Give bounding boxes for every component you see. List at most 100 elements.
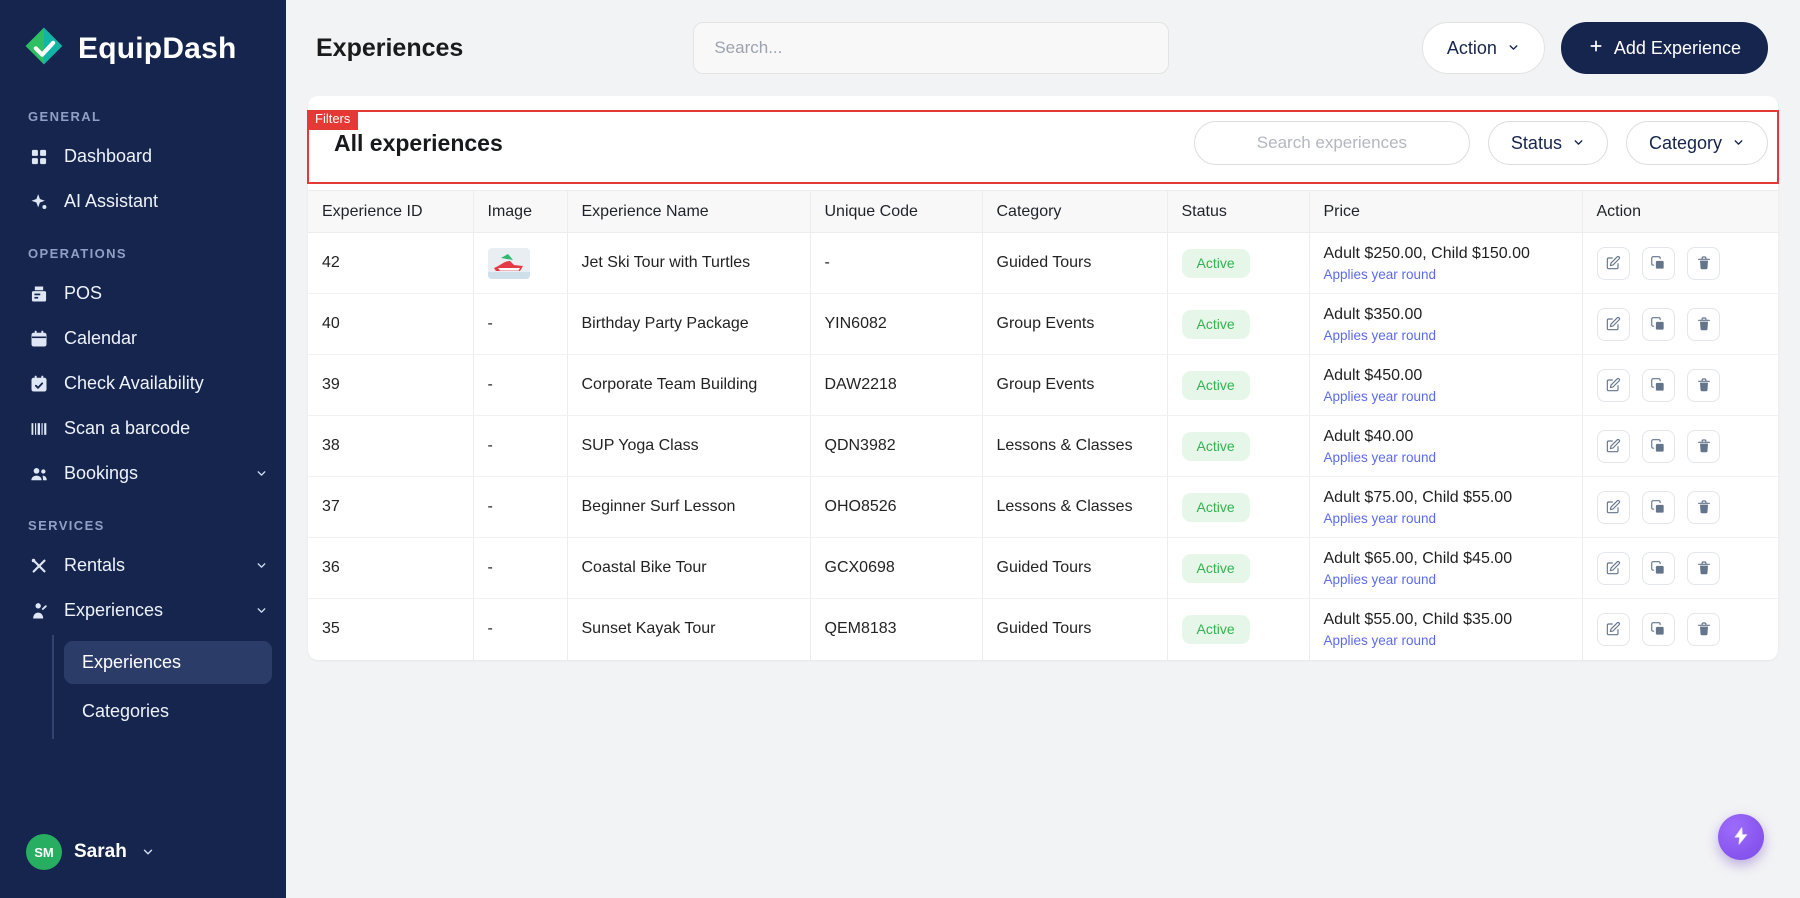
action-cell	[1581, 354, 1778, 416]
status-cell: Active	[1166, 354, 1309, 416]
sidebar-subitem-categories[interactable]: Categories	[64, 690, 272, 733]
experience-name-cell: Corporate Team Building	[566, 354, 810, 416]
experience-thumbnail-image	[487, 247, 530, 279]
status-cell: Active	[1166, 415, 1309, 477]
action-dropdown-button[interactable]: Action	[1421, 22, 1545, 74]
delete-button[interactable]	[1687, 551, 1721, 585]
sidebar-item-bookings[interactable]: Bookings	[0, 451, 286, 496]
delete-button[interactable]	[1687, 490, 1721, 524]
price-cell: Adult $250.00, Child $150.00 Applies yea…	[1308, 232, 1582, 294]
brand-name: EquipDash	[78, 31, 237, 65]
copy-button[interactable]	[1641, 551, 1675, 585]
page-header: Experiences Action Add Experience	[286, 0, 1800, 96]
sidebar-item-experiences[interactable]: Experiences	[0, 588, 286, 633]
main-content: Experiences Action Add Experience	[286, 0, 1800, 898]
table-row: 35 - Sunset Kayak Tour QEM8183 Guided To…	[308, 598, 1778, 660]
edit-button[interactable]	[1596, 368, 1630, 402]
experiences-card: All experiences Status Category	[307, 96, 1779, 660]
chevron-down-icon	[1507, 38, 1520, 59]
price-note: Applies year round	[1323, 449, 1437, 465]
sidebar-item-scan-barcode[interactable]: Scan a barcode	[0, 406, 286, 451]
brand-logo-icon	[22, 24, 66, 73]
table-row: 42 Jet Ski Tour with Turtles - Guided To…	[308, 232, 1778, 294]
edit-button[interactable]	[1596, 429, 1630, 463]
image-placeholder-dash: -	[487, 620, 493, 638]
column-header-image: Image	[472, 190, 567, 233]
price-note: Applies year round	[1323, 388, 1437, 404]
status-badge: Active	[1181, 248, 1250, 278]
action-cell	[1581, 293, 1778, 355]
sidebar-item-dashboard[interactable]: Dashboard	[0, 134, 286, 179]
price-cell: Adult $40.00 Applies year round	[1308, 415, 1582, 477]
sidebar-item-calendar[interactable]: Calendar	[0, 316, 286, 361]
category-cell: Lessons & Classes	[981, 476, 1167, 538]
filters-controls: Status Category	[1193, 121, 1768, 165]
filters-row: All experiences Status Category	[307, 96, 1779, 190]
chevron-down-icon	[141, 845, 155, 859]
experience-id-cell: 35	[322, 620, 340, 638]
action-cell	[1581, 537, 1778, 599]
delete-button[interactable]	[1687, 368, 1721, 402]
section-label-services: SERVICES	[28, 518, 105, 533]
delete-button[interactable]	[1687, 307, 1721, 341]
copy-button[interactable]	[1641, 307, 1675, 341]
sidebar: EquipDash GENERAL Dashboard AI Assistant…	[0, 0, 286, 898]
table-row: 38 - SUP Yoga Class QDN3982 Lessons & Cl…	[308, 415, 1778, 477]
sidebar-item-check-availability[interactable]: Check Availability	[0, 361, 286, 406]
delete-button[interactable]	[1687, 246, 1721, 280]
add-experience-label: Add Experience	[1613, 37, 1741, 58]
price-cell: Adult $350.00 Applies year round	[1308, 293, 1582, 355]
copy-button[interactable]	[1641, 368, 1675, 402]
edit-button[interactable]	[1596, 307, 1630, 341]
category-cell: Guided Tours	[981, 598, 1167, 660]
action-dropdown-label: Action	[1446, 37, 1497, 58]
status-filter-button[interactable]: Status	[1487, 121, 1608, 165]
filters-title: All experiences	[334, 129, 503, 156]
user-menu[interactable]: SM Sarah	[0, 814, 286, 898]
price-note: Applies year round	[1323, 327, 1437, 343]
copy-button[interactable]	[1641, 246, 1675, 280]
filters-annotation-label: Filters	[307, 110, 359, 130]
global-search-input[interactable]	[693, 22, 1170, 74]
experience-name-cell: Jet Ski Tour with Turtles	[566, 232, 810, 294]
sidebar-subitem-experiences[interactable]: Experiences	[64, 641, 272, 684]
image-placeholder-dash: -	[487, 498, 493, 515]
status-cell: Active	[1166, 232, 1309, 294]
ai-assistant-fab-button[interactable]	[1718, 814, 1764, 860]
add-experience-button[interactable]: Add Experience	[1560, 22, 1768, 74]
image-cell: -	[472, 293, 567, 355]
sidebar-item-label: Bookings	[64, 463, 139, 483]
sidebar-item-label: Calendar	[64, 328, 138, 348]
table-row: 36 - Coastal Bike Tour GCX0698 Guided To…	[308, 537, 1778, 599]
experiences-icon	[28, 600, 49, 621]
copy-button[interactable]	[1641, 490, 1675, 524]
rentals-icon	[28, 555, 49, 576]
column-header-experience-name: Experience Name	[566, 190, 810, 233]
edit-button[interactable]	[1596, 612, 1630, 646]
price-note: Applies year round	[1323, 632, 1437, 648]
experience-id-cell: 42	[308, 232, 473, 294]
status-cell: Active	[1166, 598, 1309, 660]
delete-button[interactable]	[1687, 429, 1721, 463]
status-badge: Active	[1181, 309, 1250, 339]
copy-button[interactable]	[1641, 429, 1675, 463]
chevron-down-icon	[255, 467, 268, 480]
delete-button[interactable]	[1687, 612, 1721, 646]
copy-button[interactable]	[1641, 612, 1675, 646]
experience-id-cell: 40	[308, 293, 473, 355]
sidebar-item-ai-assistant[interactable]: AI Assistant	[0, 179, 286, 224]
status-cell: Active	[1166, 476, 1309, 538]
category-filter-button[interactable]: Category	[1625, 121, 1768, 165]
status-badge: Active	[1181, 431, 1250, 461]
image-cell: -	[472, 598, 567, 660]
page-title: Experiences	[316, 33, 464, 62]
image-placeholder-dash: -	[487, 559, 493, 576]
pos-icon	[28, 283, 49, 304]
category-filter-label: Category	[1648, 132, 1722, 153]
experiences-search-input[interactable]	[1193, 121, 1470, 165]
edit-button[interactable]	[1596, 551, 1630, 585]
edit-button[interactable]	[1596, 490, 1630, 524]
edit-button[interactable]	[1596, 246, 1630, 280]
sidebar-item-rentals[interactable]: Rentals	[0, 543, 286, 588]
sidebar-item-pos[interactable]: POS	[0, 271, 286, 316]
